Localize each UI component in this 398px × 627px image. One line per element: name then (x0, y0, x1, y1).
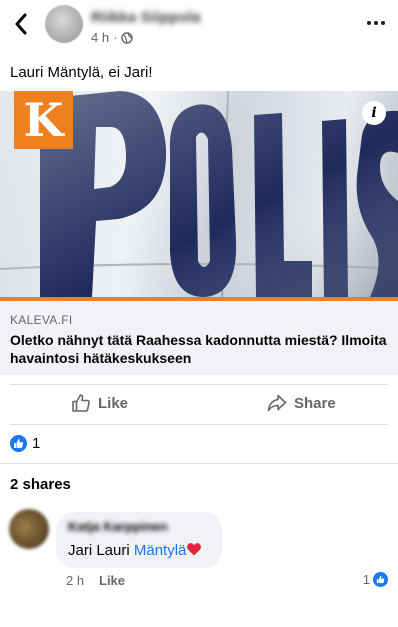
post-header: Riikka Siippola 4 h · (0, 0, 398, 50)
like-button[interactable]: Like (71, 393, 128, 413)
comment-text: Jari Lauri Mäntylä (68, 541, 210, 559)
comment-reaction-count: 1 (362, 572, 370, 587)
link-domain: KALEVA.FI (10, 313, 73, 327)
shares-count[interactable]: 2 shares (10, 476, 71, 493)
divider (10, 384, 388, 385)
thumbs-up-icon (72, 394, 90, 412)
link-title: Oletko nähnyt tätä Raahessa kadonnutta m… (10, 332, 387, 366)
comment-bubble: Katja Karppinen Jari Lauri Mäntylä (56, 512, 222, 568)
comment-time[interactable]: 2 h (66, 573, 84, 588)
author-avatar[interactable] (45, 5, 83, 43)
reaction-count: 1 (32, 435, 41, 452)
globe-icon (121, 31, 134, 44)
commenter-avatar[interactable] (9, 509, 49, 549)
author-name[interactable]: Riikka Siippola (91, 9, 201, 26)
share-label: Share (294, 394, 336, 412)
share-button[interactable]: Share (267, 393, 336, 413)
link-preview-meta[interactable]: KALEVA.FI Oletko nähnyt tätä Raahessa ka… (0, 301, 398, 375)
more-options-button[interactable] (367, 21, 385, 25)
section-separator (0, 463, 398, 464)
divider (10, 424, 388, 425)
post-text: Lauri Mäntylä, ei Jari! (10, 64, 153, 81)
like-reaction-icon (10, 435, 27, 452)
post-meta: 4 h · (91, 30, 134, 45)
post-time[interactable]: 4 h (91, 30, 109, 45)
reactions-summary[interactable]: 1 (10, 435, 40, 452)
kaleva-logo: K (14, 91, 73, 149)
tagged-person-link[interactable]: Mäntylä (134, 542, 187, 559)
back-button[interactable] (10, 11, 32, 37)
comment-like-button[interactable]: Like (99, 573, 125, 588)
chevron-left-icon (15, 13, 27, 35)
red-heart-icon (187, 543, 202, 556)
like-reaction-icon (373, 572, 388, 587)
more-horizontal-icon (367, 21, 371, 25)
info-button[interactable]: i (362, 101, 386, 125)
comment-author[interactable]: Katja Karppinen (68, 519, 210, 534)
comment-reactions[interactable]: 1 (363, 572, 388, 587)
like-label: Like (98, 394, 129, 412)
share-icon (267, 394, 287, 412)
